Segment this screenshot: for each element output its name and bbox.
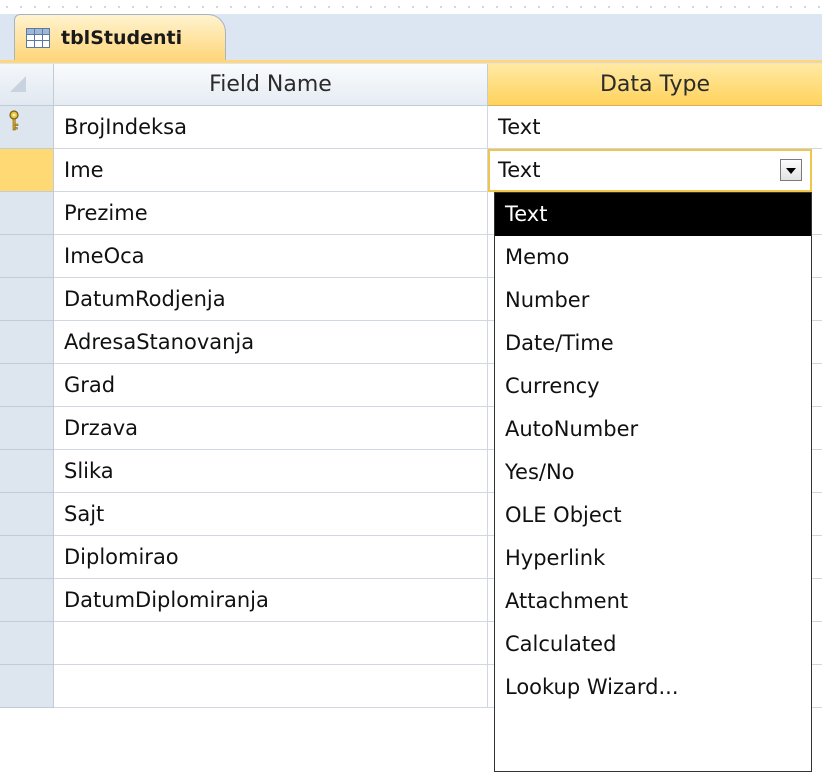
- field-name-cell[interactable]: [54, 622, 488, 665]
- data-type-cell[interactable]: Text: [488, 106, 822, 149]
- select-all-triangle-icon: [10, 76, 26, 92]
- table-row[interactable]: BrojIndeksa Text: [0, 106, 822, 149]
- row-selector[interactable]: [0, 106, 54, 149]
- dropdown-button[interactable]: [780, 159, 802, 181]
- dropdown-option-memo[interactable]: Memo: [495, 236, 811, 279]
- tab-strip-background: [0, 0, 822, 14]
- data-type-combobox[interactable]: Text: [488, 149, 812, 192]
- field-name-cell[interactable]: ImeOca: [54, 235, 488, 278]
- data-type-dropdown-list[interactable]: Text Memo Number Date/Time Currency Auto…: [494, 192, 812, 772]
- row-selector[interactable]: [0, 450, 54, 493]
- row-selector[interactable]: [0, 192, 54, 235]
- field-name-cell[interactable]: Slika: [54, 450, 488, 493]
- chevron-down-icon: [786, 168, 796, 174]
- column-header-field-name[interactable]: Field Name: [54, 64, 488, 106]
- tab-label: tblStudenti: [61, 26, 183, 49]
- field-name-cell[interactable]: DatumDiplomiranja: [54, 579, 488, 622]
- dropdown-option-number[interactable]: Number: [495, 279, 811, 322]
- table-design-grid: Field Name Data Type BrojIndeksa Text Im…: [0, 64, 822, 772]
- column-header-data-type[interactable]: Data Type: [488, 64, 822, 106]
- row-selector[interactable]: [0, 536, 54, 579]
- row-selector[interactable]: [0, 407, 54, 450]
- table-icon: [26, 27, 50, 48]
- row-selector-current[interactable]: [0, 149, 54, 192]
- field-name-cell[interactable]: AdresaStanovanja: [54, 321, 488, 364]
- field-name-cell[interactable]: [54, 665, 488, 708]
- field-name-cell[interactable]: Diplomirao: [54, 536, 488, 579]
- data-type-combobox-value: Text: [498, 158, 541, 182]
- row-selector[interactable]: [0, 321, 54, 364]
- dropdown-option-calculated[interactable]: Calculated: [495, 623, 811, 666]
- row-selector[interactable]: [0, 235, 54, 278]
- field-name-cell[interactable]: DatumRodjenja: [54, 278, 488, 321]
- field-name-cell[interactable]: BrojIndeksa: [54, 106, 488, 149]
- dropdown-option-yes-no[interactable]: Yes/No: [495, 451, 811, 494]
- primary-key-icon: [9, 110, 19, 131]
- dropdown-option-text[interactable]: Text: [495, 193, 811, 236]
- tab-tblstudenti[interactable]: tblStudenti: [14, 14, 226, 60]
- field-name-cell[interactable]: Grad: [54, 364, 488, 407]
- dropdown-option-autonumber[interactable]: AutoNumber: [495, 408, 811, 451]
- row-selector[interactable]: [0, 493, 54, 536]
- table-row-current[interactable]: Ime Text: [0, 149, 822, 192]
- dropdown-option-attachment[interactable]: Attachment: [495, 580, 811, 623]
- row-selector[interactable]: [0, 364, 54, 407]
- dropdown-option-lookup-wizard[interactable]: Lookup Wizard...: [495, 666, 811, 709]
- row-selector[interactable]: [0, 665, 54, 708]
- field-name-cell[interactable]: Sajt: [54, 493, 488, 536]
- field-name-cell[interactable]: Ime: [54, 149, 488, 192]
- dropdown-option-currency[interactable]: Currency: [495, 365, 811, 408]
- row-selector[interactable]: [0, 278, 54, 321]
- dropdown-option-hyperlink[interactable]: Hyperlink: [495, 537, 811, 580]
- row-selector[interactable]: [0, 622, 54, 665]
- document-tab-strip: tblStudenti: [0, 0, 822, 64]
- select-all-corner[interactable]: [0, 64, 54, 106]
- dropdown-option-ole-object[interactable]: OLE Object: [495, 494, 811, 537]
- field-name-cell[interactable]: Drzava: [54, 407, 488, 450]
- dropdown-option-date-time[interactable]: Date/Time: [495, 322, 811, 365]
- row-selector[interactable]: [0, 579, 54, 622]
- tab-underline: [0, 60, 822, 63]
- field-name-cell[interactable]: Prezime: [54, 192, 488, 235]
